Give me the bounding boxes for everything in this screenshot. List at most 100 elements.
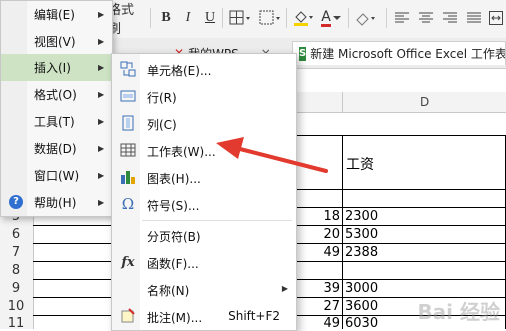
column-header-d[interactable]: D <box>420 95 429 109</box>
column-divider <box>342 92 343 112</box>
italic-button[interactable]: I <box>178 7 198 29</box>
comment-icon <box>120 308 136 324</box>
salary-cell[interactable]: 5300 <box>345 227 378 242</box>
insert-page-break-item[interactable]: 分页符(B) <box>112 222 296 249</box>
underline-button[interactable]: U <box>200 7 220 29</box>
insert-function-item[interactable]: fx 函数(F)... <box>112 249 296 276</box>
menu-item-label: 窗口(W) <box>34 169 80 183</box>
bold-button[interactable]: B <box>156 7 176 29</box>
insert-cell-item[interactable]: 单元格(E)... <box>112 56 296 83</box>
symbol-icon: Ω <box>121 195 135 213</box>
align-left-icon <box>395 12 409 23</box>
submenu-arrow-icon: ▶ <box>98 171 105 180</box>
menu-item-label: 数据(D) <box>34 142 77 156</box>
menu-item-edit[interactable]: 编辑(E) ▶ <box>1 1 112 28</box>
insert-row-label: 行(R) <box>147 91 177 105</box>
age-cell[interactable]: 39 <box>318 281 340 296</box>
insert-row-item[interactable]: 行(R) <box>112 83 296 110</box>
insert-column-label: 列(C) <box>147 118 177 132</box>
justify-button[interactable] <box>464 7 484 29</box>
align-center-icon <box>419 12 433 23</box>
row-number[interactable]: 7 <box>0 245 32 260</box>
format-painter-button[interactable]: 格式刷 <box>108 3 142 37</box>
menu-item-label: 视图(V) <box>34 35 76 49</box>
submenu-arrow-icon: ▶ <box>98 144 105 153</box>
insert-function-label: 函数(F)... <box>147 257 199 271</box>
insert-symbol-label: 符号(S)... <box>147 199 200 213</box>
menu-item-view[interactable]: 视图(V) ▶ <box>1 28 112 55</box>
menu-item-label: 插入(I) <box>34 61 71 75</box>
merge-cells-button[interactable] <box>486 7 506 29</box>
toolbar-divider <box>222 8 223 28</box>
insert-chart-label: 图表(H)... <box>147 172 201 186</box>
salary-header-cell[interactable]: 工资 <box>346 154 374 174</box>
row-number[interactable]: 10 <box>0 299 32 314</box>
table-style-icon <box>259 10 280 25</box>
row-number[interactable]: 8 <box>0 263 32 278</box>
align-center-button[interactable] <box>416 7 436 29</box>
age-cell[interactable]: 18 <box>318 209 340 224</box>
column-icon <box>120 115 136 131</box>
age-cell[interactable]: 27 <box>318 299 340 314</box>
watermark-logo: Bai 经验 <box>417 300 500 324</box>
fill-color-button[interactable] <box>290 7 316 29</box>
main-menu: 编辑(E) ▶ 视图(V) ▶ 插入(I) ▶ 格式(O) ▶ 工具(T) ▶ … <box>0 0 113 217</box>
menu-item-tools[interactable]: 工具(T) ▶ <box>1 108 112 135</box>
align-left-button[interactable] <box>392 7 412 29</box>
menu-item-label: 帮助(H) <box>34 196 77 210</box>
row-number[interactable]: 6 <box>0 227 32 242</box>
salary-cell[interactable]: 3600 <box>345 299 378 314</box>
menu-item-help[interactable]: ? 帮助(H) ▶ <box>1 189 112 216</box>
help-icon: ? <box>9 195 23 209</box>
menu-item-format[interactable]: 格式(O) ▶ <box>1 81 112 108</box>
salary-cell[interactable]: 3000 <box>345 281 378 296</box>
cell-style-button[interactable] <box>256 7 284 29</box>
borders-button[interactable] <box>226 7 254 29</box>
row-icon <box>120 88 136 104</box>
submenu-arrow-icon: ▶ <box>98 37 105 46</box>
chevron-down-icon <box>332 16 341 20</box>
submenu-arrow-icon: ▶ <box>98 117 105 126</box>
age-cell[interactable]: 49 <box>318 245 340 260</box>
align-right-button[interactable] <box>440 7 460 29</box>
salary-cell[interactable]: 2300 <box>345 209 378 224</box>
insert-submenu: 单元格(E)... 行(R) 列(C) 工作表(W)... 图表(H)... Ω… <box>111 53 297 331</box>
menu-item-label: 工具(T) <box>34 115 75 129</box>
submenu-arrow-icon: ▶ <box>98 10 105 19</box>
worksheet-icon <box>120 142 136 158</box>
tab-workbook[interactable]: S 新建 Microsoft Office Excel 工作表 <box>292 41 506 65</box>
insert-comment-label: 批注(M)... <box>147 311 203 325</box>
tab-workbook-label: 新建 Microsoft Office Excel 工作表 <box>310 47 506 61</box>
menu-item-label: 编辑(E) <box>34 8 75 22</box>
font-color-a-icon: A <box>321 8 331 27</box>
menu-item-label: 格式(O) <box>34 88 77 102</box>
salary-cell[interactable]: 2388 <box>345 245 378 260</box>
eraser-icon <box>356 13 375 26</box>
menu-item-data[interactable]: 数据(D) ▶ <box>1 135 112 162</box>
insert-name-label: 名称(N) <box>147 284 190 298</box>
insert-symbol-item[interactable]: Ω 符号(S)... <box>112 191 296 218</box>
submenu-arrow-icon: ▶ <box>98 63 105 72</box>
insert-page-break-label: 分页符(B) <box>147 230 201 244</box>
toolbar-divider <box>150 8 151 28</box>
toolbar-divider <box>286 8 287 28</box>
excel-icon: S <box>299 46 307 61</box>
menu-item-window[interactable]: 窗口(W) ▶ <box>1 162 112 189</box>
menu-separator <box>142 220 292 221</box>
age-cell[interactable]: 20 <box>318 227 340 242</box>
chart-icon <box>120 169 136 185</box>
insert-worksheet-label: 工作表(W)... <box>147 145 216 159</box>
clear-format-button[interactable] <box>352 7 378 29</box>
insert-comment-shortcut: Shift+F2 <box>228 309 280 323</box>
function-icon: fx <box>121 254 135 270</box>
font-color-button[interactable]: A <box>318 7 344 29</box>
insert-comment-item[interactable]: 批注(M)... Shift+F2 <box>112 303 296 330</box>
insert-name-item[interactable]: 名称(N) ▶ <box>112 276 296 303</box>
insert-cell-label: 单元格(E)... <box>147 64 212 78</box>
submenu-arrow-icon: ▶ <box>281 284 288 293</box>
submenu-arrow-icon: ▶ <box>98 198 105 207</box>
table-border <box>342 135 343 329</box>
menu-item-insert[interactable]: 插入(I) ▶ <box>1 54 112 81</box>
annotation-arrow-icon <box>216 137 328 173</box>
row-number[interactable]: 9 <box>0 281 32 296</box>
